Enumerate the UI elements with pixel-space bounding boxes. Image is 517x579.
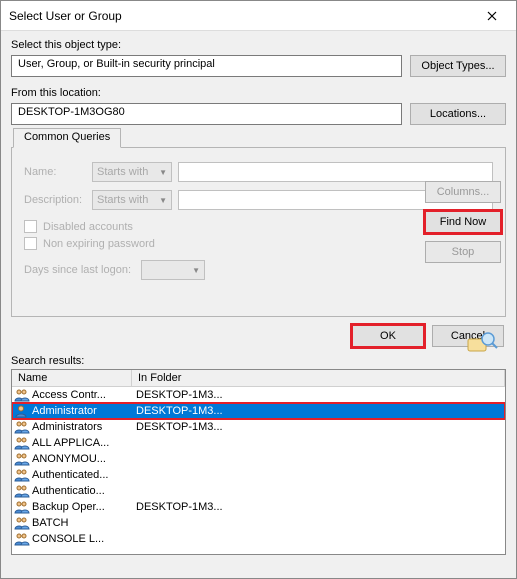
- group-icon: [14, 500, 30, 514]
- locations-button[interactable]: Locations...: [410, 103, 506, 125]
- name-filter-mode[interactable]: Starts with ▼: [92, 162, 172, 182]
- tab-common-queries[interactable]: Common Queries: [13, 128, 121, 148]
- disabled-accounts-check[interactable]: Disabled accounts: [24, 220, 493, 233]
- name-filter-label: Name:: [24, 166, 86, 178]
- column-folder[interactable]: In Folder: [132, 370, 505, 386]
- object-types-button[interactable]: Object Types...: [410, 55, 506, 77]
- close-button[interactable]: [472, 2, 512, 30]
- group-icon: [14, 468, 30, 482]
- group-icon: [14, 388, 30, 402]
- results-header: Name In Folder: [12, 370, 505, 387]
- row-name: BATCH: [32, 517, 132, 529]
- user-icon: [14, 404, 30, 418]
- row-name: Access Contr...: [32, 389, 132, 401]
- dialog-body: Select this object type: User, Group, or…: [1, 31, 516, 561]
- table-row[interactable]: BATCH: [12, 515, 505, 531]
- table-row[interactable]: AdministratorDESKTOP-1M3...: [12, 403, 505, 419]
- ok-button[interactable]: OK: [352, 325, 424, 347]
- row-name: Administrators: [32, 421, 132, 433]
- select-user-dialog: Select User or Group Select this object …: [0, 0, 517, 579]
- group-icon: [14, 516, 30, 530]
- days-since-logon-select[interactable]: ▼: [141, 260, 205, 280]
- chevron-down-icon: ▼: [192, 266, 200, 275]
- checkbox-icon: [24, 237, 37, 250]
- table-row[interactable]: Access Contr...DESKTOP-1M3...: [12, 387, 505, 403]
- row-name: Authenticatio...: [32, 485, 132, 497]
- group-icon: [14, 484, 30, 498]
- search-results-icon: [466, 331, 498, 351]
- row-name: Authenticated...: [32, 469, 132, 481]
- dialog-actions: OK Cancel: [11, 325, 506, 347]
- results-list: Name In Folder Access Contr...DESKTOP-1M…: [11, 369, 506, 555]
- columns-button[interactable]: Columns...: [425, 181, 501, 203]
- search-results-label: Search results:: [11, 355, 506, 367]
- table-row[interactable]: CONSOLE L...: [12, 531, 505, 547]
- row-name: CONSOLE L...: [32, 533, 132, 545]
- days-since-logon-label: Days since last logon:: [24, 264, 131, 276]
- group-icon: [14, 420, 30, 434]
- results-body[interactable]: Access Contr...DESKTOP-1M3...Administrat…: [12, 387, 505, 554]
- table-row[interactable]: Backup Oper...DESKTOP-1M3...: [12, 499, 505, 515]
- row-folder: DESKTOP-1M3...: [132, 389, 503, 401]
- row-folder: DESKTOP-1M3...: [132, 501, 503, 513]
- titlebar: Select User or Group: [1, 1, 516, 31]
- row-name: ALL APPLICA...: [32, 437, 132, 449]
- row-folder: DESKTOP-1M3...: [132, 405, 503, 417]
- chevron-down-icon: ▼: [159, 196, 167, 205]
- table-row[interactable]: Authenticatio...: [12, 483, 505, 499]
- close-icon: [487, 11, 497, 21]
- row-name: ANONYMOU...: [32, 453, 132, 465]
- object-type-field[interactable]: User, Group, or Built-in security princi…: [11, 55, 402, 77]
- location-field[interactable]: DESKTOP-1M3OG80: [11, 103, 402, 125]
- location-label: From this location:: [11, 87, 506, 99]
- group-icon: [14, 436, 30, 450]
- non-expiring-check[interactable]: Non expiring password: [24, 237, 493, 250]
- column-name[interactable]: Name: [12, 370, 132, 386]
- group-icon: [14, 452, 30, 466]
- group-icon: [14, 532, 30, 546]
- checkbox-icon: [24, 220, 37, 233]
- name-filter-input[interactable]: [178, 162, 493, 182]
- desc-filter-label: Description:: [24, 194, 86, 206]
- find-now-button[interactable]: Find Now: [425, 211, 501, 233]
- desc-filter-mode[interactable]: Starts with ▼: [92, 190, 172, 210]
- row-folder: DESKTOP-1M3...: [132, 421, 503, 433]
- row-name: Backup Oper...: [32, 501, 132, 513]
- table-row[interactable]: Authenticated...: [12, 467, 505, 483]
- table-row[interactable]: ANONYMOU...: [12, 451, 505, 467]
- table-row[interactable]: ALL APPLICA...: [12, 435, 505, 451]
- table-row[interactable]: AdministratorsDESKTOP-1M3...: [12, 419, 505, 435]
- row-name: Administrator: [32, 405, 132, 417]
- chevron-down-icon: ▼: [159, 168, 167, 177]
- object-type-label: Select this object type:: [11, 39, 506, 51]
- stop-button[interactable]: Stop: [425, 241, 501, 263]
- query-actions: Columns... Find Now Stop: [425, 181, 501, 263]
- dialog-title: Select User or Group: [9, 9, 472, 23]
